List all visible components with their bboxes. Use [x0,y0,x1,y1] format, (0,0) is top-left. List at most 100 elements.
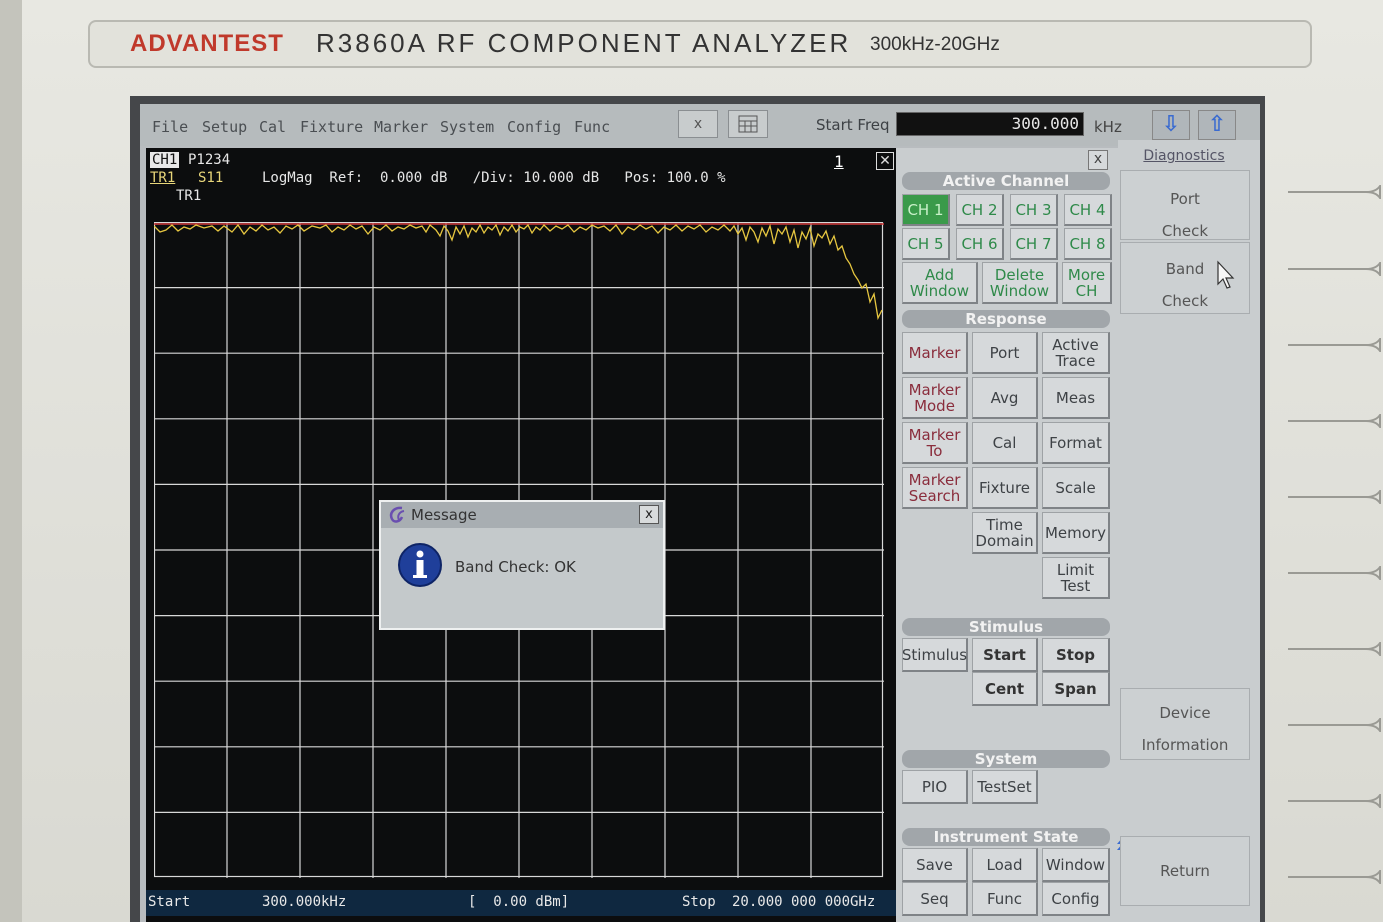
system-header: System [902,750,1110,768]
info-icon [398,543,442,587]
toolbar-close-button[interactable]: x [678,110,718,138]
active-trace-button[interactable]: Active Trace [1042,332,1110,374]
menu-cal[interactable]: Cal [259,118,286,136]
diagnostics-link[interactable]: Diagnostics [1118,148,1250,164]
menu-config[interactable]: Config [507,118,561,136]
limit-test-button[interactable]: Limit Test [1042,557,1110,599]
bezel-softkey-notch [1288,566,1381,580]
arrow-up-icon[interactable]: ⇧ [1198,110,1236,140]
testset-button[interactable]: TestSet [972,770,1038,804]
bezel-softkey-notch [1288,718,1381,732]
start-freq-unit: kHz [1094,118,1122,136]
active-channel-header: Active Channel [902,172,1110,190]
delete-window-button[interactable]: Delete Window [982,262,1058,304]
save-button[interactable]: Save [902,848,968,882]
marker-search-button[interactable]: Marker Search [902,467,968,509]
stop-button[interactable]: Stop [1042,638,1110,672]
footer-start-value: 300.000kHz [262,894,347,910]
model-name: R3860A RF COMPONENT ANALYZER [316,28,852,58]
menu-marker[interactable]: Marker [374,118,428,136]
ch4-button[interactable]: CH 4 [1064,194,1112,226]
pio-button[interactable]: PIO [902,770,968,804]
load-button[interactable]: Load [972,848,1038,882]
keypad-icon[interactable] [728,110,768,138]
return-button[interactable]: Return [1120,836,1250,906]
menu-func[interactable]: Func [574,118,610,136]
menu-file[interactable]: File [152,118,188,136]
marker-mode-button[interactable]: Marker Mode [902,377,968,419]
menu-setup[interactable]: Setup [202,118,247,136]
meas-button[interactable]: Meas [1042,377,1110,419]
frequency-range: 300kHz-20GHz [870,34,1000,55]
footer-stop-label: Stop [682,894,716,910]
port-check-button[interactable]: Port Check [1120,170,1250,240]
ch3-button[interactable]: CH 3 [1010,194,1058,226]
bezel-softkey-notch [1288,414,1381,428]
channel-tag[interactable]: CH1 [150,152,180,168]
dialog-titlebar[interactable]: Message x [381,502,663,528]
time-domain-button[interactable]: Time Domain [972,512,1038,554]
menu-system[interactable]: System [440,118,494,136]
device-information-button[interactable]: Device Information [1120,688,1250,760]
stimulus-header: Stimulus [902,618,1110,636]
softkey-panel: x Active Channel CH 1 CH 2 CH 3 CH 4 CH … [896,148,1118,922]
start-freq-label: Start Freq [816,116,890,134]
config-button[interactable]: Config [1042,882,1110,916]
span-button[interactable]: Span [1042,672,1110,706]
brand-bar: ADVANTEST R3860A RF COMPONENT ANALYZER 3… [88,20,1312,68]
format-button[interactable]: Format [1042,422,1110,464]
arrow-down-icon[interactable]: ⇩ [1152,110,1190,140]
bezel-softkey-notch [1288,262,1381,276]
seq-button[interactable]: Seq [902,882,968,916]
cent-button[interactable]: Cent [972,672,1038,706]
port-label: P1234 [188,152,231,168]
trace-footer: Start 300.000kHz [ 0.00 dBm] Stop 20.000… [146,890,896,916]
s11-trace [154,223,883,321]
diagnostics-panel: Diagnostics Port Check Band Check Device… [1117,140,1260,922]
memory-button[interactable]: Memory [1042,512,1110,554]
bezel-softkey-notch [1288,338,1381,352]
ch6-button[interactable]: CH 6 [956,228,1004,260]
trace-marker-label: TR1 [176,188,202,204]
start-freq-input[interactable]: 300.000 [896,112,1084,136]
func-button[interactable]: Func [972,882,1038,916]
ch2-button[interactable]: CH 2 [956,194,1004,226]
fixture-button[interactable]: Fixture [972,467,1038,509]
more-ch-button[interactable]: More CH [1062,262,1112,304]
bezel-softkey-notch [1288,870,1381,884]
ch1-button[interactable]: CH 1 [902,194,950,226]
avg-button[interactable]: Avg [972,377,1038,419]
stimulus-button[interactable]: Stimulus [902,638,968,672]
ch8-button[interactable]: CH 8 [1064,228,1112,260]
app-logo-icon [389,506,405,523]
ch5-button[interactable]: CH 5 [902,228,950,260]
port-button[interactable]: Port [972,332,1038,374]
panel-close-button[interactable]: x [1088,150,1108,170]
menu-bar: File Setup Cal Fixture Marker System Con… [140,104,1260,146]
add-window-button[interactable]: Add Window [902,262,978,304]
start-button[interactable]: Start [972,638,1038,672]
ch7-button[interactable]: CH 7 [1010,228,1058,260]
dialog-message: Band Check: OK [455,558,576,576]
menu-fixture[interactable]: Fixture [300,118,363,136]
window-button[interactable]: Window [1042,848,1110,882]
cal-button[interactable]: Cal [972,422,1038,464]
message-dialog: Message x Band Check: OK [379,500,665,630]
trace-info: LogMag Ref: 0.000 dB /Div: 10.000 dB Pos… [262,170,726,186]
bezel-softkey-notch [1288,642,1381,656]
window-number[interactable]: 1 [834,152,844,171]
trace-window: CH1 P1234 TR1 S11 LogMag Ref: 0.000 dB /… [146,148,896,922]
dialog-title: Message [411,506,477,524]
marker-to-button[interactable]: Marker To [902,422,968,464]
screen: File Setup Cal Fixture Marker System Con… [140,104,1260,922]
response-header: Response [902,310,1110,328]
window-close-button[interactable]: ✕ [876,152,894,170]
bezel-left-edge [0,0,22,922]
scale-button[interactable]: Scale [1042,467,1110,509]
marker-button[interactable]: Marker [902,332,968,374]
bezel-softkey-notch [1288,490,1381,504]
dialog-close-button[interactable]: x [639,505,659,524]
instrument-state-header: Instrument State [902,828,1110,846]
bezel-softkey-notch [1288,794,1381,808]
trace-tag[interactable]: TR1 [150,170,175,186]
